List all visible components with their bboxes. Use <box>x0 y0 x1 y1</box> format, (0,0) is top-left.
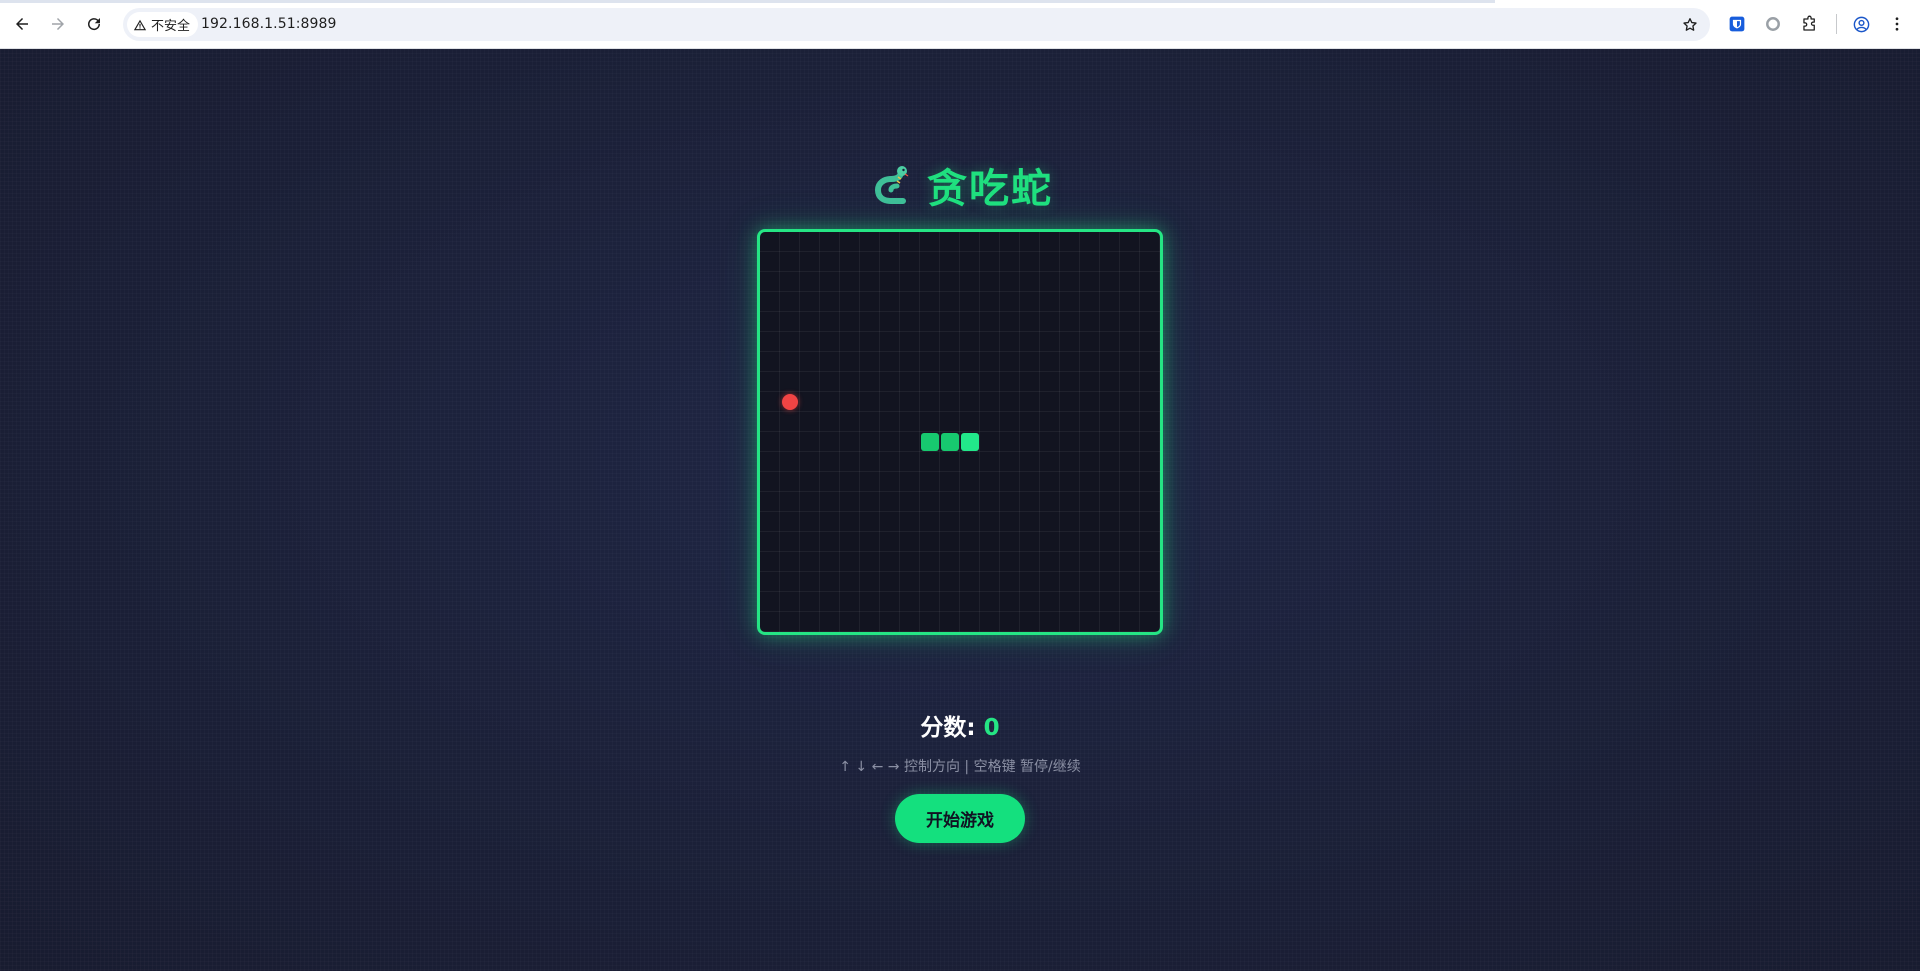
reload-icon <box>88 18 101 31</box>
snake-segment <box>921 433 939 451</box>
forward-button[interactable] <box>46 12 70 36</box>
arrow-right-icon <box>52 18 64 30</box>
toolbar-divider <box>1836 14 1837 34</box>
snake-segment <box>941 433 959 451</box>
score-display: 分数: 0 <box>0 708 1920 742</box>
back-button[interactable] <box>10 12 34 36</box>
bookmark-star-icon[interactable] <box>1680 15 1700 35</box>
extension-circle-icon[interactable] <box>1762 13 1784 35</box>
score-value: 0 <box>983 715 1000 741</box>
warning-icon <box>133 19 147 30</box>
game-board[interactable] <box>757 229 1163 635</box>
browser-toolbar: 不安全 192.168.1.51:8989 <box>0 0 1920 49</box>
loading-bar <box>0 0 1495 3</box>
address-bar[interactable]: 不安全 192.168.1.51:8989 <box>123 8 1710 41</box>
extensions-puzzle-icon[interactable] <box>1798 13 1820 35</box>
url-text[interactable]: 192.168.1.51:8989 <box>201 16 337 32</box>
snake-head <box>961 433 979 451</box>
reload-button[interactable] <box>82 12 106 36</box>
more-menu-icon[interactable] <box>1886 13 1908 35</box>
title-text: 贪吃蛇 <box>927 166 1053 212</box>
profile-avatar-icon[interactable] <box>1850 13 1872 35</box>
snake-icon <box>874 166 909 204</box>
food-dot <box>782 394 798 410</box>
score-label: 分数: <box>920 715 984 741</box>
security-chip[interactable]: 不安全 <box>127 12 199 37</box>
controls-hint: ↑ ↓ ← → 控制方向 | 空格键 暂停/继续 <box>839 759 1081 775</box>
arrow-left-icon <box>16 18 28 30</box>
start-game-button[interactable]: 开始游戏 <box>895 794 1025 843</box>
game-title: 贪吃蛇 <box>0 156 1920 214</box>
password-manager-extension-icon[interactable] <box>1726 13 1748 35</box>
security-label: 不安全 <box>151 19 191 34</box>
